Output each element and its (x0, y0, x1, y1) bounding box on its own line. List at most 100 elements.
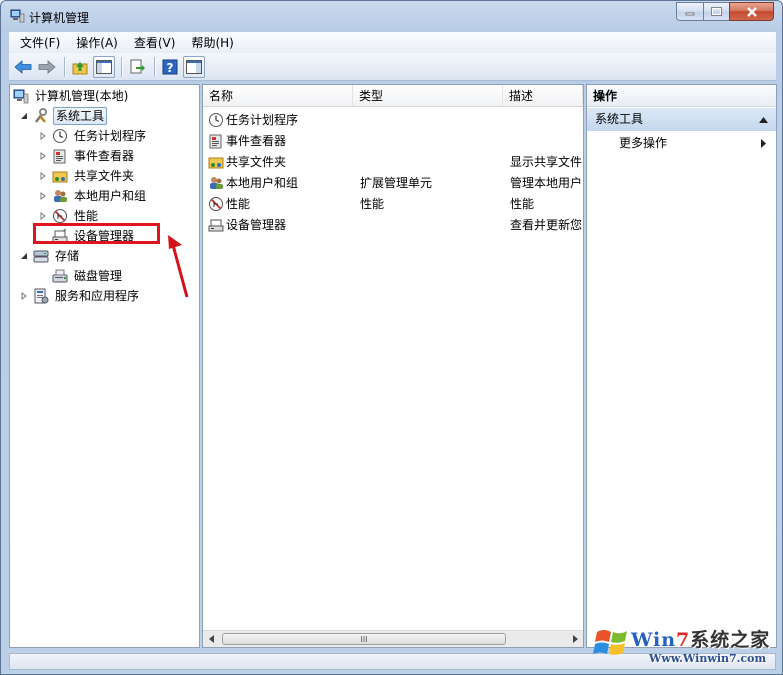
show-hide-action-pane-button[interactable] (183, 55, 205, 78)
window-title: 计算机管理 (29, 11, 90, 25)
show-hide-tree-button[interactable] (93, 55, 115, 78)
expanded-triangle-icon[interactable] (19, 111, 29, 121)
actions-section-system-tools[interactable]: 系统工具 (587, 108, 776, 131)
collapsed-triangle-icon[interactable] (38, 191, 48, 201)
maximize-button[interactable] (703, 2, 729, 21)
list-item-name: 事件查看器 (226, 134, 287, 148)
computer-management-icon (10, 9, 25, 23)
tree-label-shared-folders: 共享文件夹 (74, 169, 135, 183)
back-button[interactable] (12, 56, 34, 78)
action-pane-icon (186, 59, 202, 74)
tree-label-root: 计算机管理(本地) (35, 89, 129, 103)
menu-file[interactable]: 文件(F) (12, 33, 68, 53)
list-item[interactable]: 事件查看器 (203, 131, 583, 151)
list-item[interactable]: 共享文件夹 显示共享文件 (203, 152, 583, 172)
collapsed-triangle-icon[interactable] (19, 291, 29, 301)
scroll-left-icon (208, 635, 214, 643)
actions-header: 操作 (587, 85, 776, 107)
collapsed-triangle-icon[interactable] (38, 131, 48, 141)
list-item-type (360, 152, 500, 172)
tree-item-local-users[interactable]: 本地用户和组 (38, 186, 148, 206)
device-manager-icon (208, 217, 224, 233)
list-item-description: 管理本地用户 (510, 176, 583, 190)
toolbar-separator (121, 56, 122, 77)
scroll-right-button[interactable] (566, 631, 583, 647)
shared-folder-icon (208, 154, 224, 170)
title-bar: 计算机管理 (1, 1, 782, 31)
collapsed-triangle-icon[interactable] (38, 211, 48, 221)
list-item-type (360, 215, 500, 235)
list-item-description: 性能 (510, 197, 535, 211)
storage-icon (33, 248, 49, 264)
close-button[interactable] (729, 2, 774, 21)
column-header-name[interactable]: 名称 (203, 85, 353, 107)
collapsed-triangle-icon[interactable] (38, 171, 48, 181)
tree-label-performance: 性能 (74, 209, 99, 223)
annotation-arrow-icon (168, 235, 189, 298)
expanded-triangle-icon[interactable] (19, 251, 29, 261)
windows-logo-icon (593, 630, 627, 655)
tree-item-services-apps[interactable]: 服务和应用程序 (19, 286, 141, 306)
tree-label-storage: 存储 (55, 249, 80, 263)
list-item-name: 设备管理器 (226, 218, 287, 232)
menu-bar: 文件(F) 操作(A) 查看(V) 帮助(H) (9, 32, 776, 53)
help-icon: ? (162, 59, 178, 75)
shared-folder-icon (52, 168, 68, 184)
actions-section-label: 系统工具 (595, 112, 644, 126)
up-level-button[interactable] (69, 56, 91, 78)
list-item-type (360, 110, 500, 130)
performance-icon (208, 196, 224, 212)
list-item-name: 任务计划程序 (226, 113, 299, 127)
event-viewer-icon (52, 148, 68, 164)
collapsed-triangle-icon[interactable] (38, 151, 48, 161)
tree-item-shared-folders[interactable]: 共享文件夹 (38, 166, 136, 186)
export-icon (130, 59, 145, 73)
highlight-box (33, 223, 160, 244)
maximize-icon (711, 7, 722, 16)
list-item-description: 查看并更新您 (510, 218, 583, 232)
tree-label-local-users: 本地用户和组 (74, 189, 147, 203)
list-item-description (510, 110, 583, 130)
tree-item-root[interactable]: 计算机管理(本地) (13, 86, 130, 106)
menu-view[interactable]: 查看(V) (126, 33, 184, 53)
toolbar-separator (154, 56, 155, 77)
scrollbar-thumb[interactable]: III (222, 633, 506, 645)
minimize-button[interactable] (676, 2, 703, 21)
tools-icon (33, 108, 49, 124)
list-item[interactable]: 任务计划程序 (203, 110, 583, 130)
menu-help[interactable]: 帮助(H) (183, 33, 241, 53)
disk-management-icon (52, 268, 68, 284)
clock-icon (208, 112, 224, 128)
menu-action[interactable]: 操作(A) (68, 33, 126, 53)
list-item-name: 本地用户和组 (226, 176, 299, 190)
tree-item-event-viewer[interactable]: 事件查看器 (38, 146, 136, 166)
export-list-button[interactable] (126, 56, 148, 78)
forward-button[interactable] (36, 56, 58, 78)
computer-management-icon (13, 88, 29, 104)
minimize-icon (685, 12, 695, 15)
more-actions-item[interactable]: 更多操作 (619, 133, 667, 153)
column-header-description[interactable]: 描述 (503, 85, 583, 107)
help-button[interactable]: ? (159, 56, 181, 78)
horizontal-scrollbar[interactable]: III (203, 630, 583, 647)
list-item-type: 扩展管理单元 (360, 176, 433, 190)
console-tree-icon (96, 59, 112, 74)
list-item[interactable]: 本地用户和组 扩展管理单元 管理本地用户 (203, 173, 583, 193)
forward-arrow-icon (38, 59, 56, 74)
scroll-right-icon (572, 635, 578, 643)
toolbar-separator (64, 56, 65, 77)
column-header-type[interactable]: 类型 (353, 85, 503, 107)
tree-item-storage[interactable]: 存储 (19, 246, 81, 266)
services-icon (33, 288, 49, 304)
users-icon (208, 175, 224, 191)
performance-icon (52, 208, 68, 224)
list-item[interactable]: 设备管理器 查看并更新您 (203, 215, 583, 235)
actions-pane: 操作 系统工具 更多操作 (586, 84, 777, 648)
caption-buttons (676, 2, 774, 21)
folder-up-icon (72, 61, 88, 74)
tree-item-system-tools[interactable]: 系统工具 (19, 106, 108, 126)
scroll-left-button[interactable] (203, 631, 220, 647)
tree-item-disk-management[interactable]: 磁盘管理 (52, 266, 124, 286)
list-item[interactable]: 性能 性能 性能 (203, 194, 583, 214)
tree-item-task-scheduler[interactable]: 任务计划程序 (38, 126, 148, 146)
